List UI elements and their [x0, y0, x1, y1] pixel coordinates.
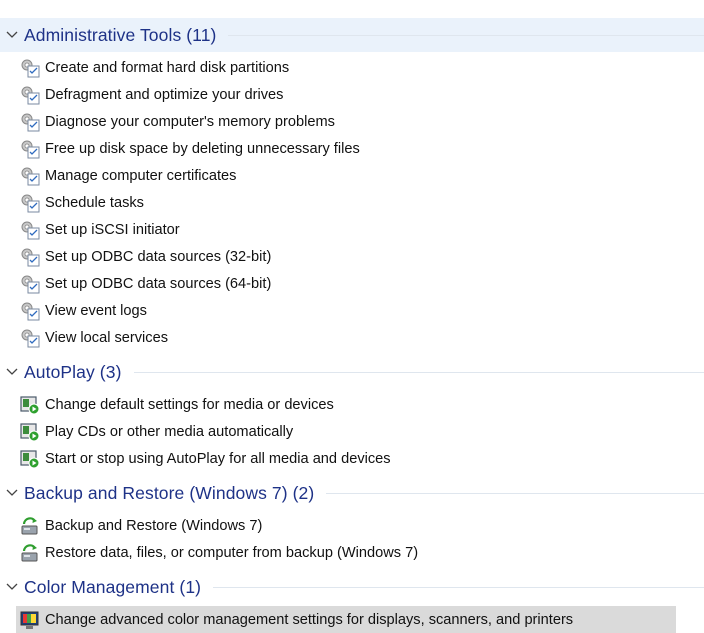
chevron-down-icon[interactable] [1, 18, 23, 52]
color-management-icon [19, 609, 41, 631]
item-label: Defragment and optimize your drives [45, 87, 283, 103]
item-label: View event logs [45, 303, 147, 319]
group-header-autoplay[interactable]: AutoPlay (3) [0, 355, 704, 389]
item-label: Restore data, files, or computer from ba… [45, 545, 418, 561]
item-label: Schedule tasks [45, 195, 144, 211]
list-item[interactable]: View event logs [16, 297, 704, 324]
group-header-administrative-tools[interactable]: Administrative Tools (11) [0, 18, 704, 52]
item-label: Change default settings for media or dev… [45, 397, 334, 413]
list-item[interactable]: Change default settings for media or dev… [16, 391, 704, 418]
autoplay-icon [19, 394, 41, 416]
item-label: Start or stop using AutoPlay for all med… [45, 451, 391, 467]
list-item[interactable]: Set up iSCSI initiator [16, 216, 704, 243]
group-title: Color Management (1) [24, 577, 201, 598]
list-item[interactable]: Manage computer certificates [16, 162, 704, 189]
group-title: Administrative Tools (11) [24, 25, 216, 46]
list-item[interactable]: Play CDs or other media automatically [16, 418, 704, 445]
backup-restore-icon [19, 542, 41, 564]
list-item[interactable]: Diagnose your computer's memory problems [16, 108, 704, 135]
item-label: Change advanced color management setting… [45, 612, 573, 628]
list-item[interactable]: Backup and Restore (Windows 7) [16, 512, 704, 539]
group-divider [134, 372, 704, 373]
list-item[interactable]: Schedule tasks [16, 189, 704, 216]
list-item[interactable]: Change advanced color management setting… [16, 606, 676, 633]
admin-tools-icon [19, 84, 41, 106]
item-label: Manage computer certificates [45, 168, 236, 184]
chevron-down-icon[interactable] [1, 570, 23, 604]
group-title: Backup and Restore (Windows 7) (2) [24, 483, 314, 504]
admin-tools-icon [19, 273, 41, 295]
admin-tools-icon [19, 111, 41, 133]
group-divider [213, 587, 704, 588]
autoplay-icon [19, 421, 41, 443]
item-label: Free up disk space by deleting unnecessa… [45, 141, 360, 157]
list-item[interactable]: Set up ODBC data sources (32-bit) [16, 243, 704, 270]
item-label: Backup and Restore (Windows 7) [45, 518, 262, 534]
admin-tools-icon [19, 327, 41, 349]
group-divider [228, 35, 704, 36]
group-title: AutoPlay (3) [24, 362, 122, 383]
group-header-backup-restore[interactable]: Backup and Restore (Windows 7) (2) [0, 476, 704, 510]
backup-restore-icon [19, 515, 41, 537]
list-item[interactable]: Free up disk space by deleting unnecessa… [16, 135, 704, 162]
autoplay-icon [19, 448, 41, 470]
item-label: Set up iSCSI initiator [45, 222, 180, 238]
item-label: Diagnose your computer's memory problems [45, 114, 335, 130]
list-item[interactable]: Create and format hard disk partitions [16, 54, 704, 81]
list-item[interactable]: Set up ODBC data sources (64-bit) [16, 270, 704, 297]
admin-tools-icon [19, 192, 41, 214]
chevron-down-icon[interactable] [1, 355, 23, 389]
admin-tools-icon [19, 219, 41, 241]
list-item[interactable]: Start or stop using AutoPlay for all med… [16, 445, 704, 472]
list-item[interactable]: Defragment and optimize your drives [16, 81, 704, 108]
chevron-down-icon[interactable] [1, 476, 23, 510]
admin-tools-icon [19, 300, 41, 322]
group-header-color-management[interactable]: Color Management (1) [0, 570, 704, 604]
list-item[interactable]: Restore data, files, or computer from ba… [16, 539, 704, 566]
group-divider [326, 493, 704, 494]
item-label: Create and format hard disk partitions [45, 60, 289, 76]
admin-tools-icon [19, 57, 41, 79]
admin-tools-icon [19, 165, 41, 187]
item-label: Set up ODBC data sources (32-bit) [45, 249, 271, 265]
item-label: Set up ODBC data sources (64-bit) [45, 276, 271, 292]
list-item[interactable]: View local services [16, 324, 704, 351]
item-label: Play CDs or other media automatically [45, 424, 293, 440]
admin-tools-icon [19, 246, 41, 268]
admin-tools-icon [19, 138, 41, 160]
item-label: View local services [45, 330, 168, 346]
